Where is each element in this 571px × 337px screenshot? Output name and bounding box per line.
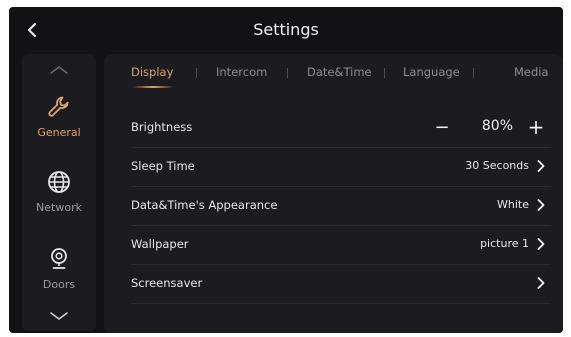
datetime-appearance-row[interactable]: Data&Time's Appearance White: [131, 187, 551, 226]
tab-divider: [287, 68, 288, 78]
sleep-time-value: 30 Seconds: [465, 159, 529, 172]
brightness-decrease-button[interactable]: −: [431, 115, 453, 139]
tab-bar: Display Intercom Date&Time Language Medi…: [104, 54, 563, 94]
chevron-right-icon: [535, 237, 547, 251]
chevron-right-icon: [535, 276, 547, 290]
chevron-right-icon: [535, 159, 547, 173]
chevron-right-icon: [535, 198, 547, 212]
brightness-row: Brightness − 80% +: [131, 109, 551, 148]
wallpaper-value: picture 1: [480, 237, 529, 250]
sidebar-item-label: General: [37, 126, 81, 139]
wallpaper-row[interactable]: Wallpaper picture 1: [131, 226, 551, 265]
sidebar-scroll-up[interactable]: [22, 60, 96, 80]
brightness-value: 80%: [481, 118, 513, 134]
datetime-appearance-label: Data&Time's Appearance: [131, 198, 278, 212]
tab-date-time[interactable]: Date&Time: [307, 65, 372, 79]
tab-divider: [384, 68, 385, 78]
page-title: Settings: [253, 20, 319, 39]
globe-icon: [44, 167, 74, 197]
tab-intercom[interactable]: Intercom: [216, 65, 267, 79]
tab-language[interactable]: Language: [403, 65, 460, 79]
wallpaper-label: Wallpaper: [131, 237, 189, 251]
brightness-increase-button[interactable]: +: [525, 115, 547, 139]
sidebar-scroll-down[interactable]: [22, 306, 96, 326]
tab-divider: [196, 68, 197, 78]
sidebar-item-label: Network: [36, 201, 82, 214]
screensaver-row[interactable]: Screensaver: [131, 265, 551, 304]
sleep-time-row[interactable]: Sleep Time 30 Seconds: [131, 148, 551, 187]
top-bar: Settings: [9, 7, 563, 53]
wrench-icon: [44, 92, 74, 122]
brightness-label: Brightness: [131, 120, 193, 134]
screensaver-label: Screensaver: [131, 276, 203, 290]
sidebar-item-network[interactable]: Network: [22, 167, 96, 227]
sidebar-item-general[interactable]: General: [22, 92, 96, 152]
doorbell-camera-icon: [44, 244, 74, 274]
chevron-down-icon: [50, 312, 68, 320]
settings-panel: Display Intercom Date&Time Language Medi…: [104, 54, 563, 333]
datetime-appearance-value: White: [497, 198, 529, 211]
settings-screen: Settings General Network Doors Display I…: [9, 7, 563, 333]
sidebar-item-doors[interactable]: Doors: [22, 244, 96, 304]
sidebar: General Network Doors: [22, 54, 96, 331]
sidebar-item-label: Doors: [42, 278, 76, 291]
tab-display[interactable]: Display: [131, 65, 173, 79]
tab-media[interactable]: Media: [514, 65, 549, 79]
plus-icon: +: [527, 115, 545, 139]
minus-icon: −: [434, 116, 450, 138]
chevron-up-icon: [50, 66, 68, 74]
active-tab-indicator: [132, 86, 174, 88]
sleep-time-label: Sleep Time: [131, 159, 195, 173]
tab-divider: [473, 68, 474, 78]
